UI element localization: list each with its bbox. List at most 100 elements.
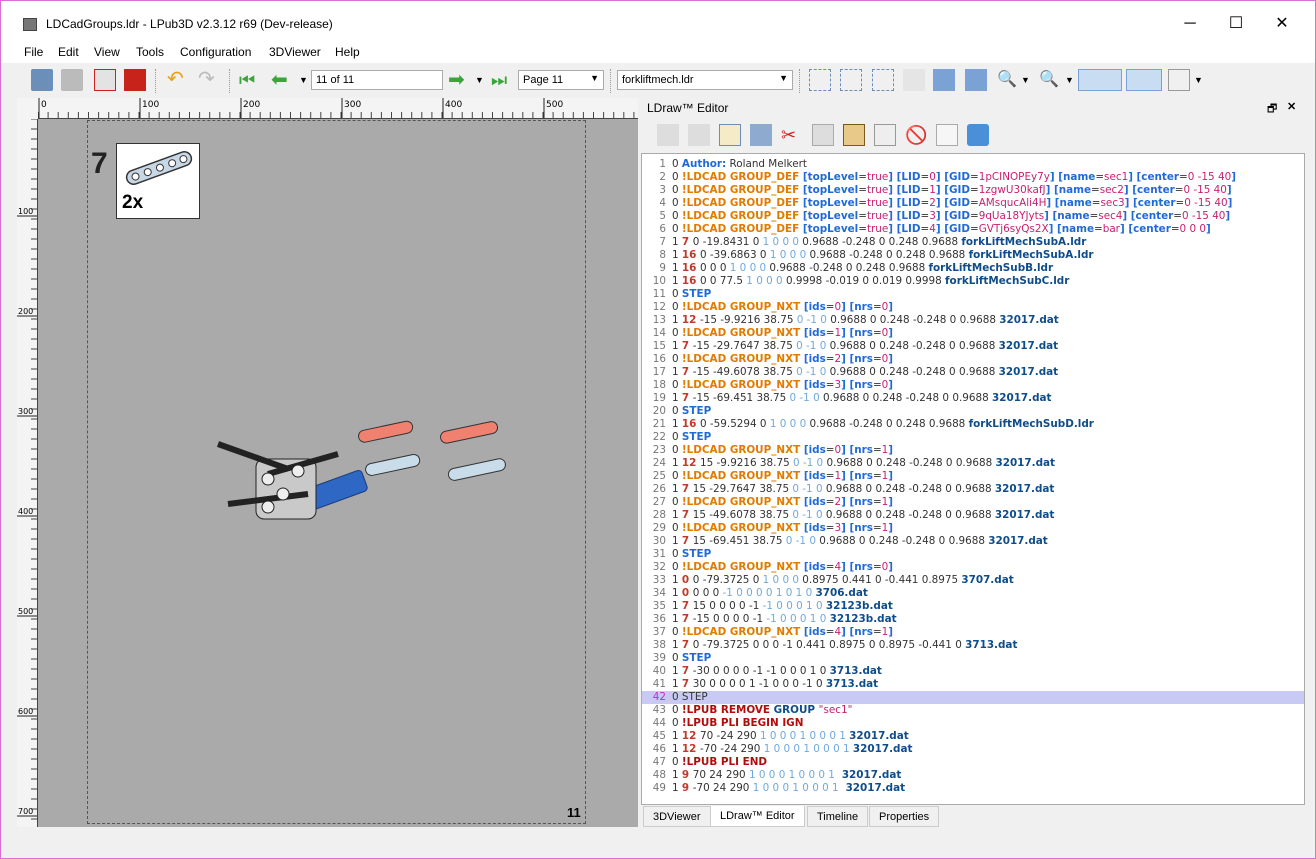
- menu-configuration[interactable]: Configuration: [180, 45, 251, 59]
- find-icon[interactable]: [874, 124, 896, 146]
- code-line[interactable]: 35 1 7 15 0 0 0 0 -1 -1 0 0 0 1 0 32123b.…: [642, 600, 1304, 613]
- refresh-icon[interactable]: [967, 124, 989, 146]
- code-line[interactable]: 42 0 STEP: [642, 691, 1304, 704]
- chevron-down-icon[interactable]: ▼: [299, 69, 309, 91]
- parts-list[interactable]: 2x: [116, 143, 200, 219]
- code-line[interactable]: 18 0 !LDCAD GROUP_NXT [ids=3] [nrs=0]: [642, 379, 1304, 392]
- code-line[interactable]: 29 0 !LDCAD GROUP_NXT [ids=3] [nrs=1]: [642, 522, 1304, 535]
- move-down-icon[interactable]: [688, 124, 710, 146]
- code-line[interactable]: 44 0 !LPUB PLI BEGIN IGN: [642, 717, 1304, 730]
- redo-icon[interactable]: ↷: [198, 69, 220, 91]
- zoom-in-icon[interactable]: 🔍: [997, 69, 1019, 91]
- tab-timeline[interactable]: Timeline: [807, 806, 869, 827]
- minimize-button[interactable]: ─: [1167, 9, 1213, 39]
- export-pdf-icon[interactable]: [124, 69, 146, 91]
- tab-ldraw-editor[interactable]: LDraw™ Editor: [710, 806, 805, 827]
- code-line[interactable]: 81 16 0 -39.6863 0 1 0 0 0 0.9688 -0.248…: [642, 249, 1304, 262]
- code-line[interactable]: 20 0 STEP: [642, 405, 1304, 418]
- menu-edit[interactable]: Edit: [58, 45, 79, 59]
- code-line[interactable]: 24 1 12 15 -9.9216 38.75 0 -1 0 0.9688 0 …: [642, 457, 1304, 470]
- code-line[interactable]: 40 !LDCAD GROUP_DEF [topLevel=true] [LID…: [642, 197, 1304, 210]
- scene-ruler-icon[interactable]: [1078, 69, 1122, 91]
- facing-pages-icon[interactable]: [965, 69, 987, 91]
- code-line[interactable]: 26 1 7 15 -29.7647 38.75 0 -1 0 0.9688 0 …: [642, 483, 1304, 496]
- page-number[interactable]: 11: [567, 805, 581, 820]
- code-line[interactable]: 30 1 7 15 -69.451 38.75 0 -1 0 0.9688 0 0…: [642, 535, 1304, 548]
- code-line[interactable]: 41 1 7 30 0 0 0 0 1 -1 0 0 0 -1 0 3713.da…: [642, 678, 1304, 691]
- code-line[interactable]: 47 0 !LPUB PLI END: [642, 756, 1304, 769]
- menu-3dviewer[interactable]: 3DViewer: [269, 45, 321, 59]
- code-line[interactable]: 48 1 9 70 24 290 1 0 0 0 1 0 0 0 1 32017.…: [642, 769, 1304, 782]
- fit-width-icon[interactable]: [809, 69, 831, 91]
- code-line[interactable]: 38 1 7 0 -79.3725 0 0 0 -1 0.441 0.8975 0…: [642, 639, 1304, 652]
- code-line[interactable]: 49 1 9 -70 24 290 1 0 0 0 1 0 0 0 1 32017…: [642, 782, 1304, 795]
- copy-icon[interactable]: [812, 124, 834, 146]
- model-select[interactable]: forkliftmech.ldr ▼: [617, 70, 793, 90]
- page-select[interactable]: Page 11 ▼: [518, 70, 604, 90]
- menu-view[interactable]: View: [94, 45, 120, 59]
- scene-guides-icon[interactable]: [1126, 69, 1162, 91]
- undo-icon[interactable]: ↶: [167, 69, 189, 91]
- code-line[interactable]: 43 0 !LPUB REMOVE GROUP "sec1": [642, 704, 1304, 717]
- save-icon[interactable]: [61, 69, 83, 91]
- code-line[interactable]: 10 1 16 0 0 77.5 1 0 0 0 0.9998 -0.019 0 …: [642, 275, 1304, 288]
- last-page-icon[interactable]: ⏭: [491, 69, 513, 91]
- code-line[interactable]: 23 0 !LDCAD GROUP_NXT [ids=0] [nrs=1]: [642, 444, 1304, 457]
- fit-visible-icon[interactable]: [840, 69, 862, 91]
- code-line[interactable]: 36 1 7 -15 0 0 0 0 -1 -1 0 0 0 1 0 32123b…: [642, 613, 1304, 626]
- edit-icon[interactable]: [750, 124, 772, 146]
- code-line[interactable]: 28 1 7 15 -49.6078 38.75 0 -1 0 0.9688 0 …: [642, 509, 1304, 522]
- move-up-icon[interactable]: [657, 124, 679, 146]
- code-line[interactable]: 16 0 !LDCAD GROUP_NXT [ids=2] [nrs=0]: [642, 353, 1304, 366]
- code-editor[interactable]: 10 Author: Roland Melkert 2 0 !LDCAD GROUP…: [641, 153, 1305, 805]
- chevron-down-icon[interactable]: ▼: [1194, 69, 1204, 91]
- code-line[interactable]: 91 16 0 0 0 1 0 0 0 0.9688 -0.248 0 0.24…: [642, 262, 1304, 275]
- code-line[interactable]: 40 1 7 -30 0 0 0 0 -1 -1 0 0 0 1 0 3713.d…: [642, 665, 1304, 678]
- tab-3dviewer[interactable]: 3DViewer: [643, 806, 711, 827]
- previous-page-icon[interactable]: ⬅: [271, 69, 293, 91]
- menu-file[interactable]: File: [24, 45, 43, 59]
- code-line[interactable]: 45 1 12 70 -24 290 1 0 0 0 1 0 0 0 1 3201…: [642, 730, 1304, 743]
- actual-size-icon[interactable]: [903, 69, 925, 91]
- continuous-page-icon[interactable]: [933, 69, 955, 91]
- step-number[interactable]: 7: [91, 147, 108, 181]
- code-line[interactable]: 32 0 !LDCAD GROUP_NXT [ids=4] [nrs=0]: [642, 561, 1304, 574]
- code-line[interactable]: 71 7 0 -19.8431 0 1 0 0 0 0.9688 -0.248 …: [642, 236, 1304, 249]
- scene-grid-icon[interactable]: [1168, 69, 1190, 91]
- code-line[interactable]: 15 1 7 -15 -29.7647 38.75 0 -1 0 0.9688 0…: [642, 340, 1304, 353]
- first-page-icon[interactable]: ⏮: [239, 69, 261, 91]
- paste-icon[interactable]: [843, 124, 865, 146]
- close-button[interactable]: ✕: [1259, 9, 1305, 39]
- maximize-button[interactable]: ☐: [1213, 9, 1259, 39]
- chevron-down-icon[interactable]: ▼: [475, 69, 485, 91]
- fit-scene-icon[interactable]: [872, 69, 894, 91]
- code-line[interactable]: 19 1 7 -15 -69.451 38.75 0 -1 0 0.9688 0 …: [642, 392, 1304, 405]
- code-line[interactable]: 60 !LDCAD GROUP_DEF [topLevel=true] [LID…: [642, 223, 1304, 236]
- chevron-down-icon[interactable]: ▼: [1021, 69, 1031, 91]
- menu-tools[interactable]: Tools: [136, 45, 164, 59]
- code-line[interactable]: 12 0 !LDCAD GROUP_NXT [ids=0] [nrs=0]: [642, 301, 1304, 314]
- delete-icon[interactable]: 🚫: [905, 124, 927, 146]
- zoom-out-icon[interactable]: 🔍: [1039, 69, 1061, 91]
- code-line[interactable]: 22 0 STEP: [642, 431, 1304, 444]
- code-line[interactable]: 11 0 STEP: [642, 288, 1304, 301]
- code-line[interactable]: 50 !LDCAD GROUP_DEF [topLevel=true] [LID…: [642, 210, 1304, 223]
- chevron-down-icon[interactable]: ▼: [1065, 69, 1075, 91]
- code-line[interactable]: 27 0 !LDCAD GROUP_NXT [ids=2] [nrs=1]: [642, 496, 1304, 509]
- code-line[interactable]: 21 1 16 0 -59.5294 0 1 0 0 0 0.9688 -0.24…: [642, 418, 1304, 431]
- code-line[interactable]: 46 1 12 -70 -24 290 1 0 0 0 1 0 0 0 1 320…: [642, 743, 1304, 756]
- code-line[interactable]: 14 0 !LDCAD GROUP_NXT [ids=1] [nrs=0]: [642, 327, 1304, 340]
- code-line[interactable]: 31 0 STEP: [642, 548, 1304, 561]
- float-icon[interactable]: 🗗: [1267, 100, 1277, 119]
- menu-help[interactable]: Help: [335, 45, 360, 59]
- assembly-image[interactable]: [198, 399, 518, 539]
- tab-properties[interactable]: Properties: [869, 806, 940, 827]
- page-canvas[interactable]: 7 2x 11: [38, 119, 638, 827]
- dock-close-icon[interactable]: ✕: [1287, 100, 1296, 113]
- page-view[interactable]: 0 100 200 300 400 500 100 200 300 400 500 600 700 7…: [17, 98, 638, 827]
- code-line[interactable]: 30 !LDCAD GROUP_DEF [topLevel=true] [LID…: [642, 184, 1304, 197]
- page-input[interactable]: 11 of 11: [311, 70, 443, 90]
- print-pdf-icon[interactable]: [94, 69, 116, 91]
- code-line[interactable]: 10 Author: Roland Melkert: [642, 158, 1304, 171]
- cut-icon[interactable]: ✂: [781, 124, 803, 146]
